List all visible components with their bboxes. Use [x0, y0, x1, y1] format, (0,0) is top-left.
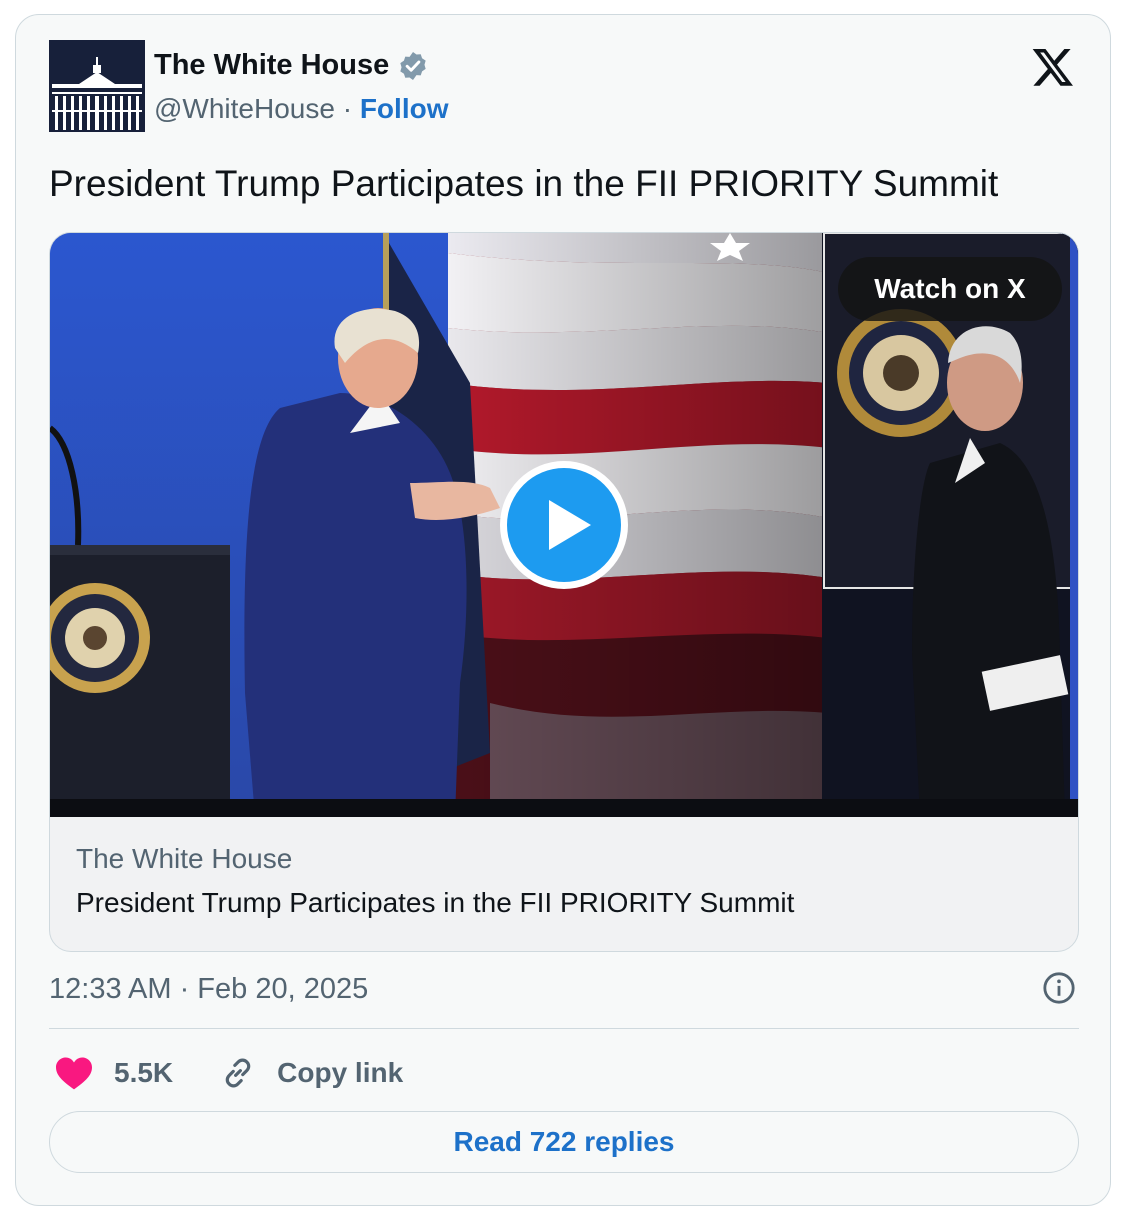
tweet-embed-card[interactable]: The White House @WhiteHouse · Follow Pre… [15, 14, 1111, 1206]
video-card-meta: The White House President Trump Particip… [76, 843, 794, 919]
like-button[interactable]: 5.5K [54, 1055, 173, 1091]
play-icon[interactable] [497, 458, 631, 592]
like-count: 5.5K [114, 1057, 174, 1088]
x-logo-icon[interactable] [1030, 45, 1076, 89]
info-icon[interactable] [1042, 971, 1076, 1005]
divider [49, 1028, 1079, 1029]
watch-on-x-button[interactable]: Watch on X [838, 257, 1062, 321]
video-link-card[interactable]: Watch on X The White House President Tru… [49, 232, 1079, 952]
copy-link-label: Copy link [277, 1057, 404, 1088]
link-icon [225, 1058, 251, 1088]
follow-link[interactable]: Follow [360, 93, 449, 124]
tweet-timestamp[interactable]: 12:33 AM · Feb 20, 2025 [49, 973, 368, 1006]
heart-icon [56, 1057, 92, 1090]
author-name-row[interactable]: The White House [154, 49, 429, 82]
video-card-title: President Trump Participates in the FII … [76, 887, 795, 918]
white-house-building-icon[interactable] [49, 40, 145, 132]
action-bar: 5.5K Copy link [54, 1051, 403, 1095]
author-handle-row: @WhiteHouse · Follow [154, 93, 448, 125]
handle-separator: · [334, 93, 360, 124]
author-name[interactable]: The White House [154, 49, 389, 82]
video-player[interactable]: Watch on X [50, 233, 1078, 817]
copy-link-button[interactable]: Copy link [219, 1054, 403, 1092]
author-handle[interactable]: @WhiteHouse [154, 93, 335, 124]
read-replies-button[interactable]: Read 722 replies [49, 1111, 1079, 1173]
video-card-source: The White House [76, 843, 293, 874]
verified-badge-icon [400, 51, 426, 80]
tweet-text: President Trump Participates in the FII … [49, 163, 999, 204]
